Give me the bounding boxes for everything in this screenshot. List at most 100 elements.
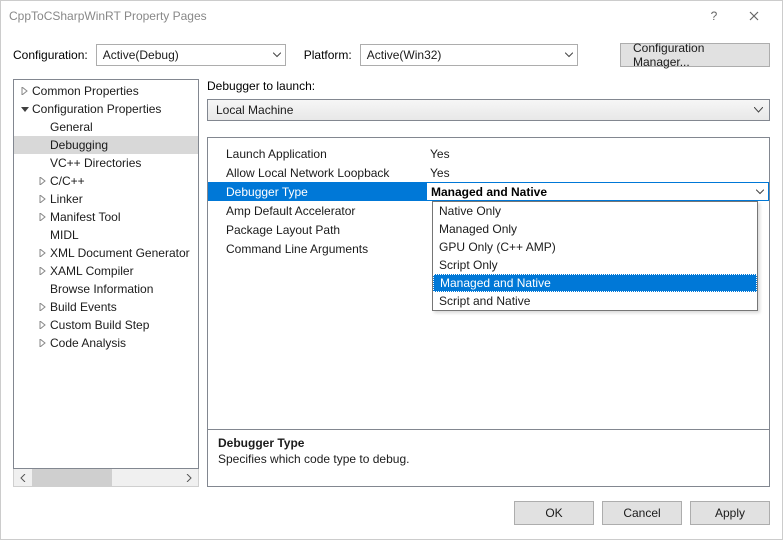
dropdown-option[interactable]: Script and Native <box>433 292 757 310</box>
scroll-thumb[interactable] <box>32 469 112 486</box>
property-grid: Launch Application Yes Allow Local Netwo… <box>207 137 770 487</box>
description-panel: Debugger Type Specifies which code type … <box>208 429 769 486</box>
dropdown-option[interactable]: Native Only <box>433 202 757 220</box>
tree-label: Common Properties <box>32 84 139 98</box>
tree-node-browse[interactable]: Browse Information <box>14 280 198 298</box>
prop-row-launch-app[interactable]: Launch Application Yes <box>208 144 769 163</box>
tree-label: General <box>50 120 93 134</box>
prop-key: Amp Default Accelerator <box>208 204 426 218</box>
scroll-left-icon[interactable] <box>14 469 32 486</box>
prop-key: Command Line Arguments <box>208 242 426 256</box>
tree-label: XML Document Generator <box>50 246 190 260</box>
arrow-right-icon <box>36 249 50 257</box>
dropdown-option[interactable]: Managed Only <box>433 220 757 238</box>
tree-node-common[interactable]: Common Properties <box>14 82 198 100</box>
tree-node-xaml[interactable]: XAML Compiler <box>14 262 198 280</box>
ok-button[interactable]: OK <box>514 501 594 525</box>
config-row: Configuration: Active(Debug) Platform: A… <box>1 31 782 73</box>
launch-label: Debugger to launch: <box>207 79 770 93</box>
arrow-right-icon <box>18 87 32 95</box>
arrow-right-icon <box>36 339 50 347</box>
option-label: Managed Only <box>439 222 517 236</box>
tree-node-cpp[interactable]: C/C++ <box>14 172 198 190</box>
arrow-right-icon <box>36 303 50 311</box>
prop-value-text: Managed and Native <box>431 185 547 199</box>
prop-row-loopback[interactable]: Allow Local Network Loopback Yes <box>208 163 769 182</box>
chevron-down-icon <box>273 53 281 58</box>
prop-row-debugger-type[interactable]: Debugger Type Managed and Native <box>208 182 769 201</box>
apply-label: Apply <box>715 506 745 520</box>
tree-label: Custom Build Step <box>50 318 149 332</box>
launch-combo[interactable]: Local Machine <box>207 99 770 121</box>
tree-node-manifest[interactable]: Manifest Tool <box>14 208 198 226</box>
cancel-label: Cancel <box>623 506 660 520</box>
configuration-combo[interactable]: Active(Debug) <box>96 44 286 66</box>
prop-key: Package Layout Path <box>208 223 426 237</box>
chevron-down-icon <box>756 189 764 194</box>
tree-label: Linker <box>50 192 83 206</box>
prop-value[interactable]: Yes <box>426 147 769 161</box>
tree-label: Configuration Properties <box>32 102 161 116</box>
tree-node-midl[interactable]: MIDL <box>14 226 198 244</box>
tree-label: Browse Information <box>50 282 153 296</box>
description-title: Debugger Type <box>218 436 759 450</box>
tree-label: Manifest Tool <box>50 210 120 224</box>
nav-tree[interactable]: Common Properties Configuration Properti… <box>13 79 199 469</box>
tree-label: VC++ Directories <box>50 156 141 170</box>
tree-label: Code Analysis <box>50 336 126 350</box>
prop-key: Launch Application <box>208 147 426 161</box>
chevron-down-icon <box>565 53 573 58</box>
prop-key: Allow Local Network Loopback <box>208 166 426 180</box>
launch-value: Local Machine <box>216 103 293 117</box>
configuration-manager-button[interactable]: Configuration Manager... <box>620 43 770 67</box>
tree-node-linker[interactable]: Linker <box>14 190 198 208</box>
tree-node-codeanalysis[interactable]: Code Analysis <box>14 334 198 352</box>
option-label: GPU Only (C++ AMP) <box>439 240 556 254</box>
tree-label: XAML Compiler <box>50 264 134 278</box>
tree-label: C/C++ <box>50 174 85 188</box>
arrow-right-icon <box>36 267 50 275</box>
arrow-right-icon <box>36 195 50 203</box>
tree-hscrollbar[interactable] <box>13 469 199 487</box>
debugger-type-dropdown[interactable]: Native Only Managed Only GPU Only (C++ A… <box>432 201 758 311</box>
platform-label: Platform: <box>304 48 352 62</box>
help-button[interactable]: ? <box>694 1 734 31</box>
prop-value[interactable]: Yes <box>426 166 769 180</box>
dropdown-option[interactable]: Script Only <box>433 256 757 274</box>
scroll-right-icon[interactable] <box>180 469 198 486</box>
chevron-down-icon <box>754 107 763 113</box>
option-label: Managed and Native <box>440 276 551 290</box>
description-body: Specifies which code type to debug. <box>218 452 759 466</box>
window-title: CppToCSharpWinRT Property Pages <box>9 9 207 23</box>
tree-node-confprops[interactable]: Configuration Properties <box>14 100 198 118</box>
ok-label: OK <box>545 506 562 520</box>
tree-node-custombuild[interactable]: Custom Build Step <box>14 316 198 334</box>
tree-node-general[interactable]: General <box>14 118 198 136</box>
tree-label: Build Events <box>50 300 117 314</box>
configuration-manager-label: Configuration Manager... <box>633 41 757 69</box>
tree-node-vcdirs[interactable]: VC++ Directories <box>14 154 198 172</box>
footer: OK Cancel Apply <box>1 487 782 539</box>
tree-node-xmldoc[interactable]: XML Document Generator <box>14 244 198 262</box>
dropdown-option[interactable]: GPU Only (C++ AMP) <box>433 238 757 256</box>
close-icon <box>749 11 759 21</box>
scroll-track[interactable] <box>32 469 180 486</box>
cancel-button[interactable]: Cancel <box>602 501 682 525</box>
configuration-label: Configuration: <box>13 48 88 62</box>
configuration-value: Active(Debug) <box>103 48 179 62</box>
option-label: Native Only <box>439 204 501 218</box>
prop-value-combo[interactable]: Managed and Native <box>426 182 769 201</box>
tree-label: Debugging <box>50 138 108 152</box>
titlebar: CppToCSharpWinRT Property Pages ? <box>1 1 782 31</box>
prop-key: Debugger Type <box>208 185 426 199</box>
tree-node-debugging[interactable]: Debugging <box>14 136 198 154</box>
arrow-right-icon <box>36 177 50 185</box>
close-button[interactable] <box>734 1 774 31</box>
tree-node-buildevents[interactable]: Build Events <box>14 298 198 316</box>
arrow-right-icon <box>36 321 50 329</box>
platform-combo[interactable]: Active(Win32) <box>360 44 578 66</box>
dropdown-option-selected[interactable]: Managed and Native <box>433 274 757 292</box>
platform-value: Active(Win32) <box>367 48 442 62</box>
tree-label: MIDL <box>50 228 79 242</box>
apply-button[interactable]: Apply <box>690 501 770 525</box>
